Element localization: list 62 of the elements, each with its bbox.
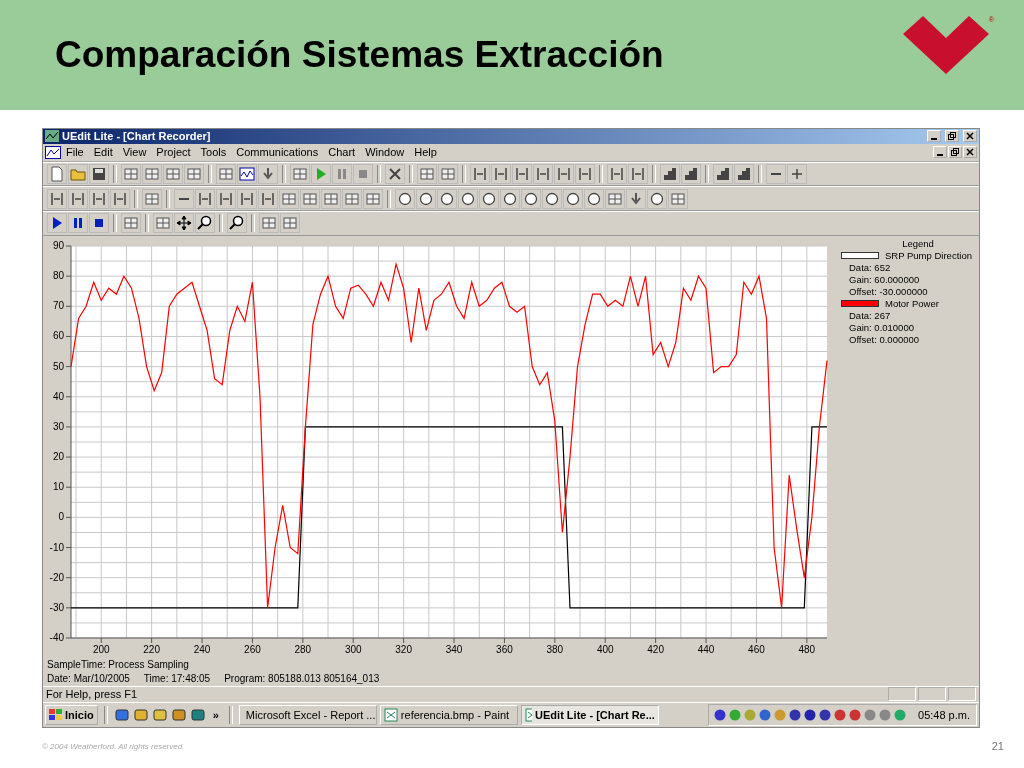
legend-data: Data: 267 [848, 309, 892, 321]
more-chevron[interactable]: » [208, 709, 223, 722]
axis-tick-label: -30 [49, 601, 64, 613]
menu-item[interactable]: Edit [88, 146, 118, 159]
axis-tick-label: 70 [52, 299, 64, 311]
start-button[interactable]: Inicio [45, 705, 98, 726]
axis-tick-label: 90 [52, 239, 64, 251]
time-label: Time: 17:48:05 [143, 671, 211, 686]
legend-offset: Offset: -30.000000 [848, 285, 929, 297]
window-title: UEdit Lite - [Chart Recorder] [62, 130, 211, 143]
program-label: Program: 805188.013 805164_013 [224, 671, 380, 686]
legend-offset: Offset: 0.000000 [848, 333, 921, 345]
menu-item[interactable]: Project [151, 146, 196, 159]
taskbar-button[interactable]: referencia.bmp - Paint [379, 705, 518, 726]
menu-item[interactable]: Communications [231, 146, 324, 159]
axis-tick-label: 380 [546, 643, 564, 655]
slide-title: Comparación Sistemas Extracción [55, 34, 664, 76]
axis-tick-label: 10 [52, 480, 64, 492]
legend-gain: Gain: 60.000000 [848, 273, 921, 285]
axis-tick-label: -10 [49, 541, 64, 553]
axis-tick-label: 340 [445, 643, 463, 655]
axis-tick-label: 280 [294, 643, 312, 655]
axis-tick-label: 360 [496, 643, 513, 655]
menu-item[interactable]: View [117, 146, 152, 159]
axis-tick-label: -40 [49, 631, 64, 643]
axis-tick-label: 260 [244, 643, 261, 655]
axis-tick-label: -20 [49, 571, 64, 583]
axis-tick-label: 440 [697, 643, 715, 655]
axis-tick-label: 220 [143, 643, 160, 655]
menu-item[interactable]: File [61, 146, 89, 159]
taskbar-button[interactable]: Microsoft Excel - Report ... [238, 705, 377, 726]
axis-tick-label: 50 [52, 360, 64, 372]
axis-tick-label: 320 [395, 643, 412, 655]
status-text: For Help, press F1 [46, 688, 138, 701]
legend-name: Motor Power [885, 297, 939, 309]
menu-item[interactable]: Chart [323, 146, 361, 159]
clock: 05:48 p.m. [918, 709, 970, 722]
date-label: Date: Mar/10/2005 [47, 671, 130, 686]
legend-data: Data: 652 [848, 261, 892, 273]
axis-tick-label: 400 [596, 643, 614, 655]
menu-item[interactable]: Window [360, 146, 410, 159]
axis-tick-label: 0 [58, 510, 64, 522]
legend-name: SRP Pump Direction [885, 249, 972, 261]
taskbar-button[interactable]: UEdit Lite - [Chart Re... [520, 705, 659, 726]
axis-tick-label: 420 [647, 643, 664, 655]
axis-tick-label: 60 [52, 330, 64, 341]
axis-tick-label: 30 [52, 420, 64, 432]
sample-time: SampleTime: Process Sampling [46, 657, 190, 672]
axis-tick-label: 300 [344, 643, 362, 655]
axis-tick-label: 200 [92, 643, 110, 655]
legend-title: Legend [901, 237, 934, 249]
axis-tick-label: 80 [52, 269, 64, 281]
menu-item[interactable]: Tools [195, 146, 232, 159]
axis-tick-label: 460 [748, 643, 765, 655]
copyright-text: © 2004 Weatherford. All rights reserved. [42, 741, 185, 751]
axis-tick-label: 240 [193, 643, 211, 655]
axis-tick-label: 480 [798, 643, 816, 655]
axis-tick-label: 40 [52, 390, 64, 402]
axis-tick-label: 20 [52, 450, 64, 462]
menu-item[interactable]: Help [409, 146, 442, 159]
page-number: 21 [991, 740, 1004, 752]
legend-gain: Gain: 0.010000 [848, 321, 915, 333]
